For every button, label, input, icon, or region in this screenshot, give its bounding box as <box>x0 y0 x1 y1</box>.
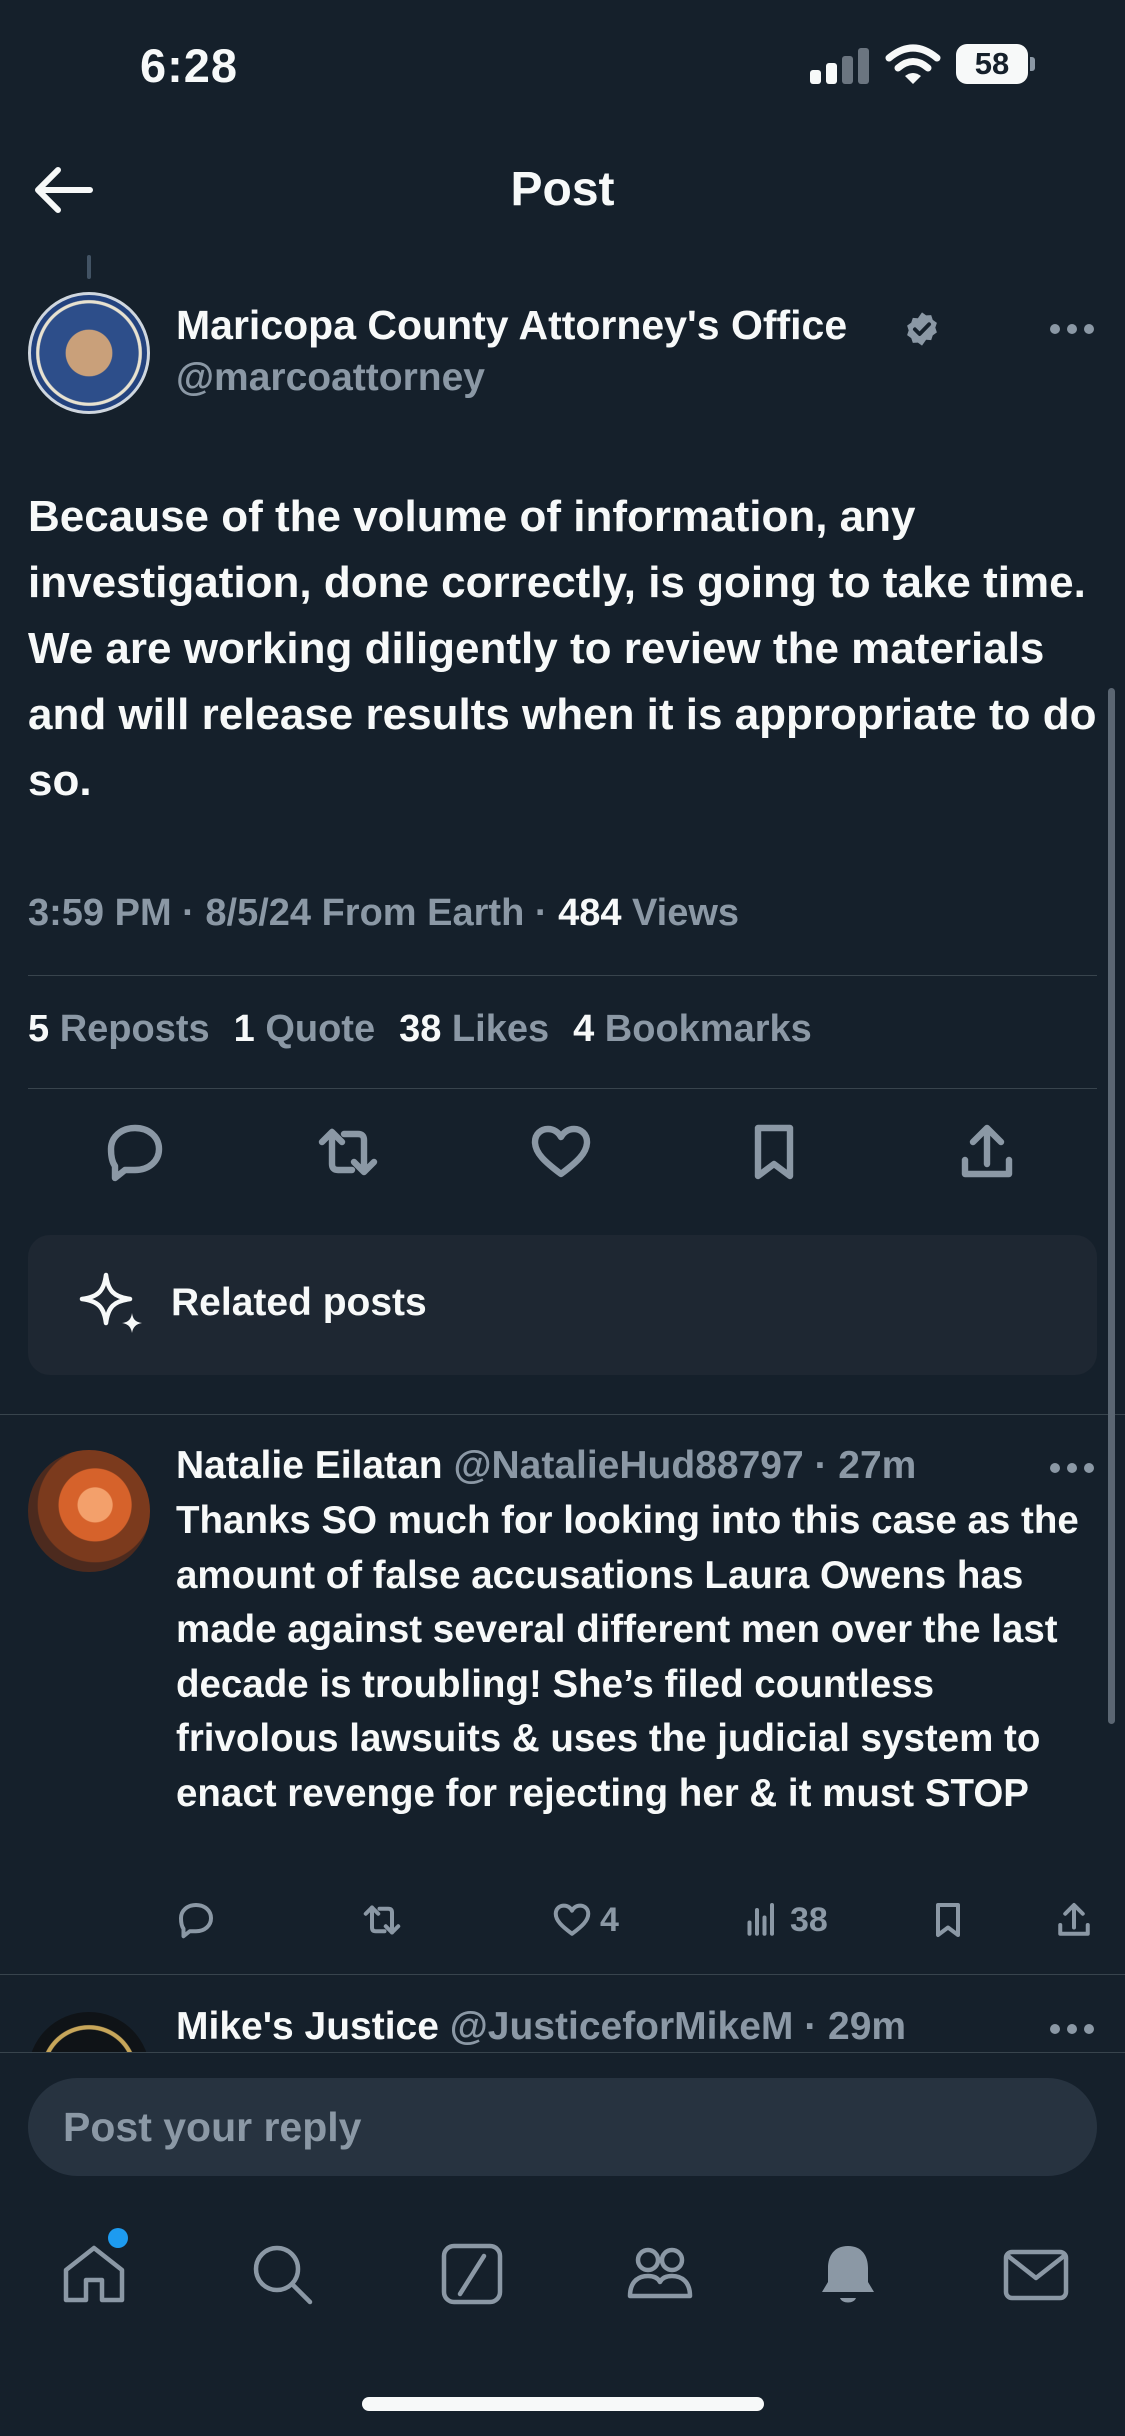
scrollbar[interactable] <box>1108 688 1115 1724</box>
reply-input[interactable]: Post your reply <box>28 2078 1097 2176</box>
reply-repost-button[interactable] <box>362 1898 402 1942</box>
reply-icon[interactable] <box>103 1120 167 1184</box>
repost-icon[interactable] <box>316 1120 380 1184</box>
repost-icon <box>363 1905 401 1935</box>
battery-level: 58 <box>956 44 1028 84</box>
quotes-stat[interactable]: 1 Quote <box>234 1008 375 1050</box>
messages-icon[interactable] <box>1000 2238 1072 2310</box>
more-dots-icon[interactable] <box>1050 2024 1094 2036</box>
reply-author-handle[interactable]: @JusticeforMikeM · 29m <box>450 2005 906 2048</box>
author-handle[interactable]: @marcoattorney <box>176 356 485 400</box>
divider <box>28 975 1097 976</box>
reply-views-button[interactable]: 38 <box>742 1898 828 1942</box>
reply-like-count: 4 <box>600 1900 619 1939</box>
post-body: Because of the volume of information, an… <box>28 492 1097 805</box>
author-avatar[interactable] <box>28 292 150 414</box>
post-metadata: 3:59 PM · 8/5/24 From Earth · 484 Views <box>28 892 739 935</box>
reposts-stat[interactable]: 5 Reposts <box>28 1008 210 1050</box>
likes-stat[interactable]: 38 Likes <box>399 1008 549 1050</box>
home-icon[interactable] <box>58 2238 130 2310</box>
share-icon <box>1058 1903 1090 1936</box>
reply-views-count: 38 <box>790 1900 828 1939</box>
status-bar: 6:28 58 <box>0 0 1125 130</box>
reply-author-name[interactable]: Mike's Justice <box>176 2005 439 2048</box>
bookmark-icon[interactable] <box>742 1120 806 1184</box>
reply-header: Natalie Eilatan @NatalieHud88797 · 27m <box>176 1444 916 1488</box>
thread-connector <box>87 255 91 279</box>
divider <box>0 1414 1125 1415</box>
reply-share-button[interactable] <box>1054 1898 1094 1942</box>
page-title: Post <box>510 163 615 216</box>
bookmarks-stat[interactable]: 4 Bookmarks <box>573 1008 812 1050</box>
share-icon[interactable] <box>955 1120 1019 1184</box>
author-name[interactable]: Maricopa County Attorney's Office <box>176 302 847 349</box>
home-indicator <box>362 2397 764 2411</box>
reply-body: Thanks SO much for looking into this cas… <box>176 1499 1079 1815</box>
bookmark-icon <box>936 1903 960 1937</box>
related-posts-button[interactable]: Related posts <box>28 1235 1097 1375</box>
heart-icon <box>553 1903 591 1936</box>
sparkle-icon <box>79 1272 142 1333</box>
post-detail-screen: 6:28 58 Post Maricopa County Attorney's … <box>0 0 1125 2436</box>
reply-avatar[interactable] <box>28 1450 150 1572</box>
divider <box>0 1974 1125 1975</box>
reply-author-handle[interactable]: @NatalieHud88797 · 27m <box>453 1444 916 1487</box>
home-notification-dot <box>108 2228 128 2248</box>
reply-like-button[interactable]: 4 <box>552 1898 619 1942</box>
heart-icon[interactable] <box>529 1120 593 1184</box>
verified-badge-icon <box>907 312 937 346</box>
divider <box>28 1088 1097 1089</box>
reply-header: Mike's Justice @JusticeforMikeM · 29m <box>176 2005 906 2049</box>
reply-reply-button[interactable] <box>176 1898 216 1942</box>
views-chart-icon <box>747 1903 774 1936</box>
communities-icon[interactable] <box>624 2238 696 2310</box>
status-time: 6:28 <box>140 39 239 92</box>
top-navigation-bar: Post <box>0 140 1125 240</box>
reply-author-name[interactable]: Natalie Eilatan <box>176 1444 443 1487</box>
views-label[interactable]: Views <box>621 892 739 934</box>
search-icon[interactable] <box>246 2238 318 2310</box>
engagement-stats: 5 Reposts 1 Quote 38 Likes 4 Bookmarks <box>28 1008 812 1051</box>
related-posts-label: Related posts <box>171 1281 427 1324</box>
more-dots-icon[interactable] <box>1050 1463 1094 1475</box>
views-count[interactable]: 484 <box>558 892 621 934</box>
post-timestamp: 3:59 PM · 8/5/24 From Earth · <box>28 892 559 934</box>
battery-indicator: 58 <box>956 44 1036 84</box>
reply-icon <box>179 1903 213 1939</box>
reply-bookmark-button[interactable] <box>928 1898 968 1942</box>
notifications-icon[interactable] <box>812 2238 884 2310</box>
wifi-icon <box>885 44 941 84</box>
more-dots-icon[interactable] <box>1050 324 1094 336</box>
cellular-signal-icon <box>810 48 870 84</box>
grok-icon[interactable] <box>436 2238 508 2310</box>
